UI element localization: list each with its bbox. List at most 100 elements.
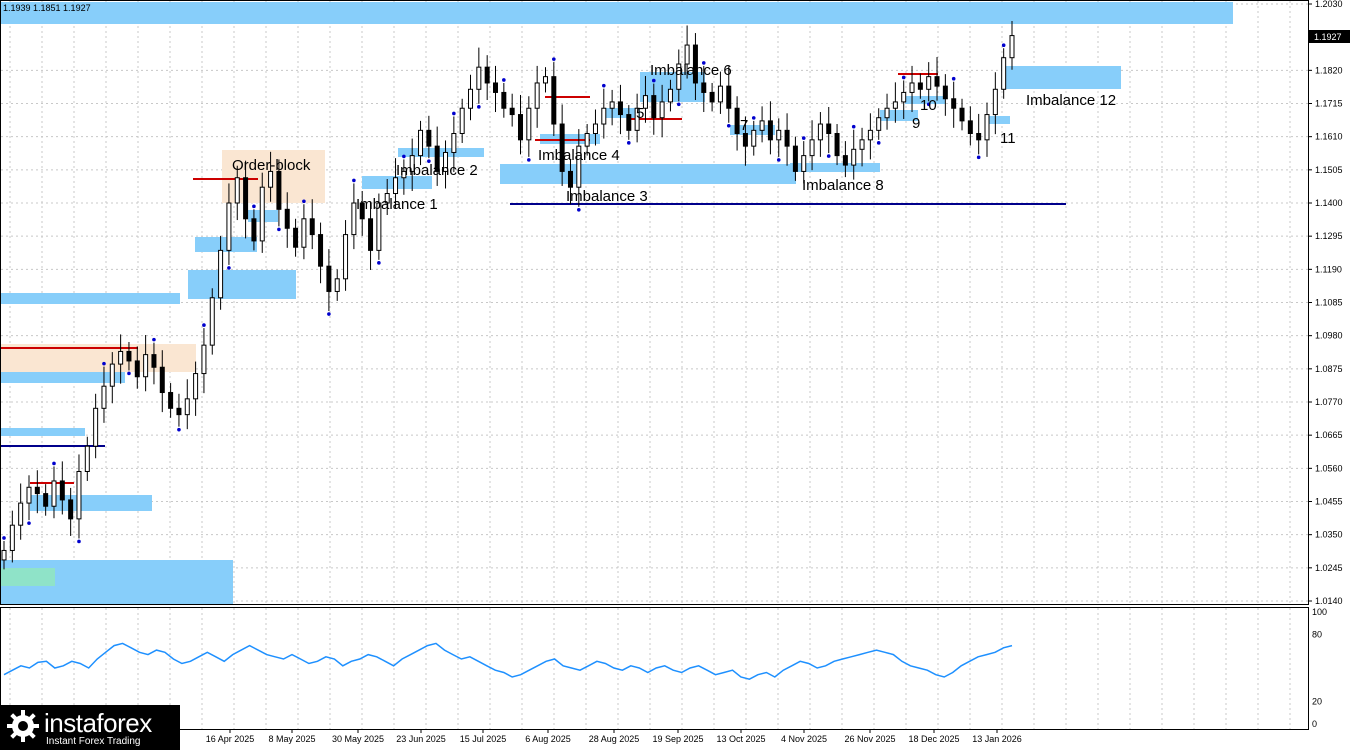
candle-body [426, 129, 432, 147]
imbalance-7-label: 7 [740, 117, 748, 134]
candle-body [151, 354, 157, 368]
candle-body [917, 82, 923, 90]
fractal-marker [77, 539, 81, 544]
fractal-marker [202, 323, 206, 327]
current-price-label: 1.1927 [1314, 32, 1342, 42]
fractal-marker [252, 204, 256, 209]
fractal-marker [951, 76, 956, 81]
candle-body [834, 133, 840, 157]
fractal-marker [651, 78, 656, 83]
fractal-marker [602, 83, 606, 88]
candle-body [984, 114, 990, 141]
price-tick-label: 1.1610 [1315, 132, 1343, 142]
imbalance-11-label: 11 [1000, 130, 1016, 147]
candle-body [617, 101, 623, 116]
candle-body [326, 265, 332, 292]
indicator-tick-label: 0 [1312, 719, 1317, 729]
fractal-marker [377, 261, 381, 265]
current-price-marker: 1.1927 [1309, 30, 1350, 43]
candle-body [651, 95, 657, 119]
imbalance-zone-d [0, 293, 180, 304]
fractal-marker [27, 521, 31, 525]
fractal-marker [352, 178, 356, 183]
imbalance-5-label: 5 [636, 105, 644, 122]
fractal-marker [302, 199, 306, 204]
price-tick-label: 1.0560 [1315, 463, 1343, 473]
candle-body [626, 114, 632, 131]
indicator-tick-label: 20 [1312, 697, 1322, 707]
imbalance-12-zone [1004, 66, 1121, 89]
time-tick-label: 13 Jan 2026 [972, 734, 1022, 744]
imbalance-zone-e [188, 270, 296, 299]
price-tick-label: 1.2030 [1315, 0, 1343, 9]
candle-body [959, 107, 965, 122]
ohlc-readout: 1.1939 1.1851 1.1927 [3, 3, 91, 13]
gear-logo-icon [7, 710, 39, 742]
candle-body [817, 123, 823, 141]
candle-body [942, 85, 948, 100]
candle-body [701, 82, 707, 93]
candle-body [343, 234, 349, 280]
candle-body [517, 114, 523, 141]
candle-body [926, 76, 932, 90]
candle-body [659, 101, 665, 119]
imbalance-4-label: Imbalance 4 [538, 147, 620, 164]
candle-body [951, 98, 957, 109]
time-tick-label: 6 Aug 2025 [525, 734, 571, 744]
candle-body [168, 392, 174, 409]
candle-body [109, 363, 115, 387]
candle-body [901, 91, 907, 103]
candle-body [667, 88, 673, 103]
candle-body [459, 107, 465, 135]
candle-body [476, 66, 482, 90]
candle-body [143, 354, 149, 378]
candle-body [1, 549, 7, 561]
time-tick-label: 26 Nov 2025 [844, 734, 895, 744]
fractal-marker [102, 361, 106, 366]
fractal-marker [626, 141, 631, 145]
candle-body [93, 407, 99, 447]
time-tick-label: 15 Jul 2025 [460, 734, 507, 744]
candle-body [826, 123, 832, 135]
imbalance-6-label: Imbalance 6 [650, 62, 732, 79]
candle-body [418, 129, 424, 157]
candle-body [301, 218, 307, 248]
imbalance-10-label: 10 [920, 97, 937, 114]
time-tick-label: 18 Dec 2025 [908, 734, 959, 744]
candle-body [851, 148, 857, 166]
candle-body [201, 344, 207, 375]
logo-name: instaforex [44, 708, 152, 738]
time-tick-label: 13 Oct 2025 [716, 734, 765, 744]
oscillator-panel [3, 642, 1013, 680]
candle-body [484, 66, 490, 84]
fractal-marker [901, 75, 906, 80]
indicator-axis: 100 80 20 0 [1312, 607, 1327, 729]
candle-body [717, 85, 723, 103]
candle-body [842, 155, 848, 166]
candle-body [767, 120, 773, 141]
time-axis: 16 Apr 2025 8 May 2025 30 May 2025 23 Jun 2… [206, 729, 1022, 744]
price-tick-label: 1.1820 [1315, 65, 1343, 75]
candle-body [234, 177, 240, 204]
candle-body [509, 107, 515, 116]
candle-body [792, 145, 798, 172]
candle-body [493, 82, 499, 93]
imbalance-3-label: Imbalance 3 [566, 188, 648, 205]
price-tick-label: 1.0980 [1315, 331, 1343, 341]
imbalance-zone-a [30, 495, 152, 511]
candle-body [43, 493, 49, 507]
price-tick-label: 1.0665 [1315, 430, 1343, 440]
candle-body [1009, 35, 1015, 59]
candle-body [251, 218, 257, 242]
price-tick-label: 1.1715 [1315, 99, 1343, 109]
candle-body [884, 107, 890, 119]
candle-body [534, 82, 540, 109]
candle-body [726, 85, 732, 109]
fractal-marker [801, 136, 806, 140]
logo-tagline: Instant Forex Trading [46, 736, 141, 747]
candle-body [284, 208, 290, 229]
candle-body [176, 407, 182, 416]
price-chart[interactable]: Order-block Imbalance 1 Imbalance 2 Imba… [0, 0, 1350, 750]
candle-body [734, 107, 740, 135]
imbalance-3-zone [500, 164, 796, 184]
